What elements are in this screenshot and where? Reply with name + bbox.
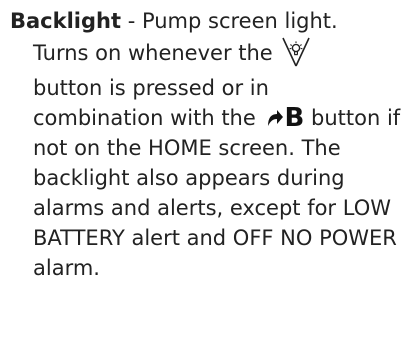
act-button-letter: B bbox=[284, 103, 305, 133]
glossary-entry-backlight: Backlight - Pump screen light. Turns on … bbox=[10, 6, 408, 283]
entry-separator: - bbox=[121, 9, 142, 33]
entry-definition: Pump screen light. bbox=[141, 9, 338, 33]
description-line-2: button is pressed or in combination with… bbox=[33, 76, 269, 130]
act-arrow-icon bbox=[268, 110, 284, 126]
description-line-3: button if not on the HOME screen. The ba… bbox=[33, 106, 401, 280]
description-line-1: Turns on whenever the bbox=[33, 41, 273, 65]
entry-description: Turns on whenever the button is pressed … bbox=[33, 36, 405, 283]
backlight-icon bbox=[281, 36, 311, 68]
entry-term: Backlight bbox=[10, 9, 122, 33]
act-button-glyph: B bbox=[266, 103, 305, 133]
entry-heading-line: Backlight - Pump screen light. bbox=[10, 6, 408, 36]
